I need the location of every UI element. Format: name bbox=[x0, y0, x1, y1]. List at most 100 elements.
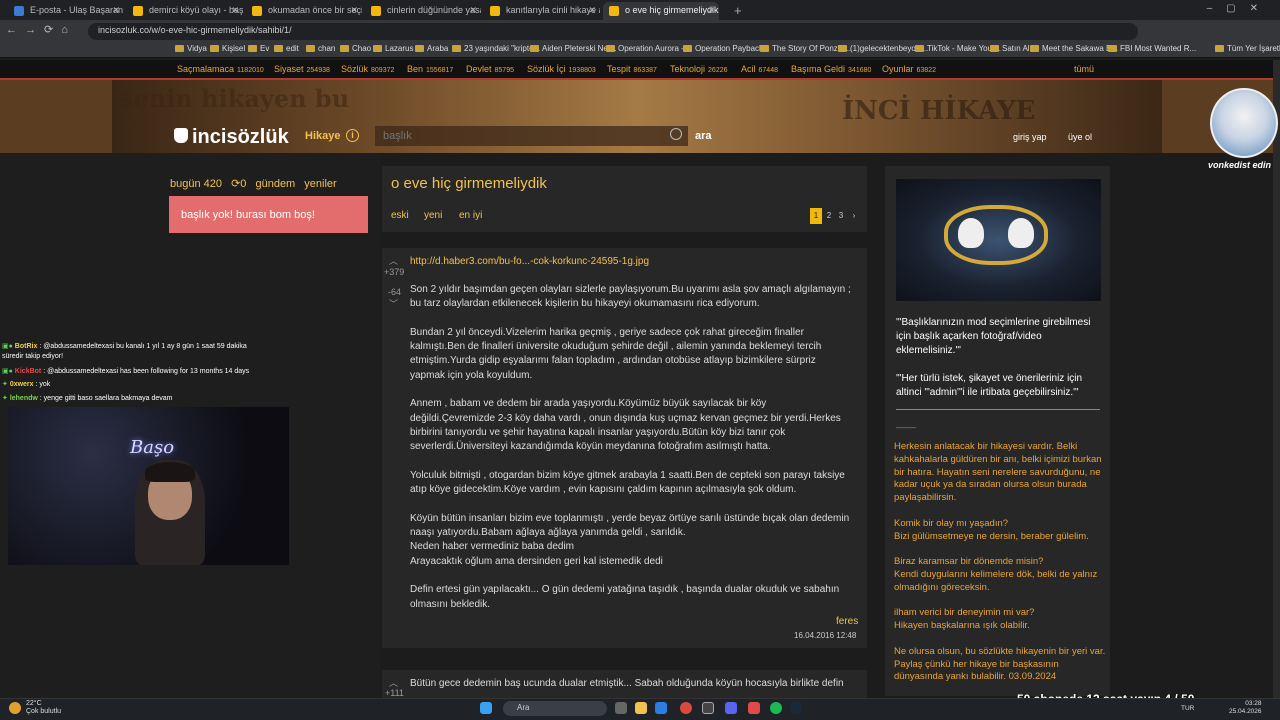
page-1[interactable]: 1 bbox=[810, 208, 822, 224]
category-link[interactable]: Başıma Geldi 341680 bbox=[791, 64, 871, 74]
scrollbar[interactable] bbox=[1273, 60, 1280, 698]
category-link[interactable]: Devlet 85795 bbox=[466, 64, 514, 74]
bookmark[interactable]: Araba bbox=[415, 44, 448, 53]
sidebar-dash: ____ bbox=[896, 418, 917, 428]
category-link[interactable]: Ben 1556817 bbox=[407, 64, 453, 74]
category-link[interactable]: Tespit 863387 bbox=[607, 64, 657, 74]
bookmark[interactable]: Kişisel bbox=[210, 44, 245, 53]
site-icon bbox=[371, 6, 381, 16]
category-link[interactable]: Sözlük 809372 bbox=[341, 64, 394, 74]
owl-eye bbox=[958, 218, 984, 248]
language-indicator[interactable]: TUR bbox=[1181, 705, 1194, 712]
nav-buttons[interactable]: ←→⟳⌂ bbox=[6, 23, 76, 36]
weather-widget[interactable]: 22°C Çok bulutlu bbox=[26, 700, 61, 716]
search-input[interactable] bbox=[375, 126, 688, 146]
page-3[interactable]: 3 bbox=[835, 208, 847, 224]
spotify-icon[interactable] bbox=[770, 702, 782, 714]
bookmark[interactable]: FBI Most Wanted R... bbox=[1108, 44, 1196, 53]
bookmark[interactable]: Operation Payback... bbox=[683, 44, 770, 53]
bookmark[interactable]: Vidya bbox=[175, 44, 207, 53]
category-link[interactable]: Oyunlar 63822 bbox=[882, 64, 936, 74]
category-link[interactable]: Acil 67448 bbox=[741, 64, 778, 74]
close-icon[interactable]: ✕ bbox=[469, 5, 477, 16]
tab-yeni[interactable]: yeni bbox=[424, 210, 442, 221]
refresh-icon[interactable]: ⟳ bbox=[231, 178, 240, 190]
entry-date[interactable]: 16.04.2016 12:48 bbox=[794, 631, 856, 640]
task-view-icon[interactable] bbox=[615, 702, 627, 714]
chat-message: ✦ 0xwerx : yok bbox=[2, 381, 51, 388]
neon-sign: Başo bbox=[130, 437, 175, 458]
divider bbox=[896, 409, 1100, 410]
search-button[interactable]: ara bbox=[695, 130, 712, 142]
cat-logo-icon bbox=[174, 128, 188, 143]
discord-icon[interactable] bbox=[725, 702, 737, 714]
page-2[interactable]: 2 bbox=[823, 208, 835, 224]
bookmark[interactable]: Aiden Pleterski Net... bbox=[530, 44, 617, 53]
entry-link[interactable]: http://d.haber3.com/bu-fo...-cok-korkunc… bbox=[410, 256, 649, 267]
mail-icon bbox=[14, 6, 24, 16]
windows-start-icon[interactable] bbox=[480, 702, 492, 714]
section-label[interactable]: Hikaye bbox=[305, 130, 340, 142]
info-icon[interactable]: i bbox=[346, 129, 359, 142]
close-icon[interactable]: ✕ bbox=[231, 5, 239, 16]
app-icon[interactable] bbox=[702, 702, 714, 714]
new-tab-button[interactable]: + bbox=[734, 3, 742, 18]
tab-eposta[interactable]: E-posta - Ulaş Başaran - Profes✕ bbox=[8, 2, 124, 20]
bookmark[interactable]: TikTok - Make Your... bbox=[915, 44, 1001, 53]
page-next[interactable]: › bbox=[848, 208, 860, 224]
close-icon[interactable]: ✕ bbox=[707, 5, 715, 16]
category-link[interactable]: Siyaset 254938 bbox=[274, 64, 330, 74]
signup-link[interactable]: üye ol bbox=[1068, 132, 1092, 142]
tab-eski[interactable]: eski bbox=[391, 210, 409, 221]
edge-icon[interactable] bbox=[655, 702, 667, 714]
tab-o-eve[interactable]: o eve hiç girmemeliydik - başlı✕ bbox=[603, 2, 719, 20]
chrome-icon[interactable] bbox=[680, 702, 692, 714]
downvote-icon[interactable]: ﹀ bbox=[389, 297, 398, 310]
tab-demirci[interactable]: demirci köyü olayı - başlığı açı✕ bbox=[127, 2, 243, 20]
close-icon[interactable]: ✕ bbox=[112, 5, 120, 16]
today-link[interactable]: bugün 420 bbox=[170, 178, 222, 190]
bookmark[interactable]: Satın Al bbox=[990, 44, 1030, 53]
yeniler-link[interactable]: yeniler bbox=[304, 178, 336, 190]
bookmark[interactable]: 23 yaşındaki "kripto... bbox=[452, 44, 540, 53]
category-all-link[interactable]: tümü bbox=[1074, 64, 1094, 74]
url-bar[interactable]: incisozluk.co/w/o-eve-hic-girmemeliydik/… bbox=[88, 23, 1138, 40]
upvote-icon[interactable]: ︿ bbox=[389, 254, 398, 267]
login-link[interactable]: giriş yap bbox=[1013, 132, 1047, 142]
category-link[interactable]: Sözlük İçi 1938803 bbox=[527, 64, 596, 74]
taskbar-search[interactable]: Ara bbox=[503, 701, 607, 716]
category-link[interactable]: Saçmalamaca 1182010 bbox=[177, 64, 264, 74]
tab-kanitlariyla[interactable]: kanıtlarıyla cinli hikaye anlatıy✕ bbox=[484, 2, 600, 20]
bookmark[interactable]: Meet the Sakawa B... bbox=[1030, 44, 1118, 53]
entry-body: Bütün gece dedemin baş ucunda dualar etm… bbox=[410, 678, 844, 689]
bookmark[interactable]: Chao bbox=[340, 44, 371, 53]
tab-en-iyi[interactable]: en iyi bbox=[459, 210, 482, 221]
tab-okumadan[interactable]: okumadan önce bir seçimin va✕ bbox=[246, 2, 362, 20]
site-logo[interactable]: incisözlük bbox=[192, 126, 289, 149]
bookmark[interactable]: Operation Aurora -... bbox=[606, 44, 690, 53]
bookmark[interactable]: edit bbox=[274, 44, 299, 53]
window-controls[interactable]: –▢✕ bbox=[1207, 3, 1272, 14]
bookmark[interactable]: chan bbox=[306, 44, 335, 53]
chat-message: ▣● BotRix : @abdussamedeltexasi bu kanal… bbox=[2, 343, 247, 350]
category-link[interactable]: Teknoloji 26226 bbox=[670, 64, 728, 74]
empty-topic-box: başlık yok! burası bom boş! bbox=[169, 196, 368, 233]
entry-author[interactable]: feres bbox=[836, 616, 858, 627]
site-icon bbox=[133, 6, 143, 16]
close-icon[interactable]: ✕ bbox=[588, 5, 596, 16]
tab-cinlerin[interactable]: cinlerin düğününde yasadıklar✕ bbox=[365, 2, 481, 20]
gundem-link[interactable]: gündem bbox=[255, 178, 295, 190]
topic-title[interactable]: o eve hiç girmemeliydik bbox=[391, 175, 547, 192]
clock[interactable]: 03:28 25.04.2026 bbox=[1229, 700, 1262, 716]
bookmark-all[interactable]: Tüm Yer İşaretleri bbox=[1215, 44, 1280, 53]
bookmark[interactable]: Lazarus bbox=[373, 44, 413, 53]
search-icon[interactable] bbox=[670, 128, 682, 140]
app-icon[interactable] bbox=[748, 702, 760, 714]
bookmark[interactable]: Ev bbox=[248, 44, 269, 53]
left-nav: bugün 420 ⟳0 gündem yeniler bbox=[170, 177, 337, 190]
banner-side bbox=[0, 80, 112, 153]
explorer-icon[interactable] bbox=[635, 702, 647, 714]
banner-slogan: senin hikayen bu bbox=[120, 84, 350, 113]
close-icon[interactable]: ✕ bbox=[350, 5, 358, 16]
steam-icon[interactable] bbox=[790, 702, 802, 714]
